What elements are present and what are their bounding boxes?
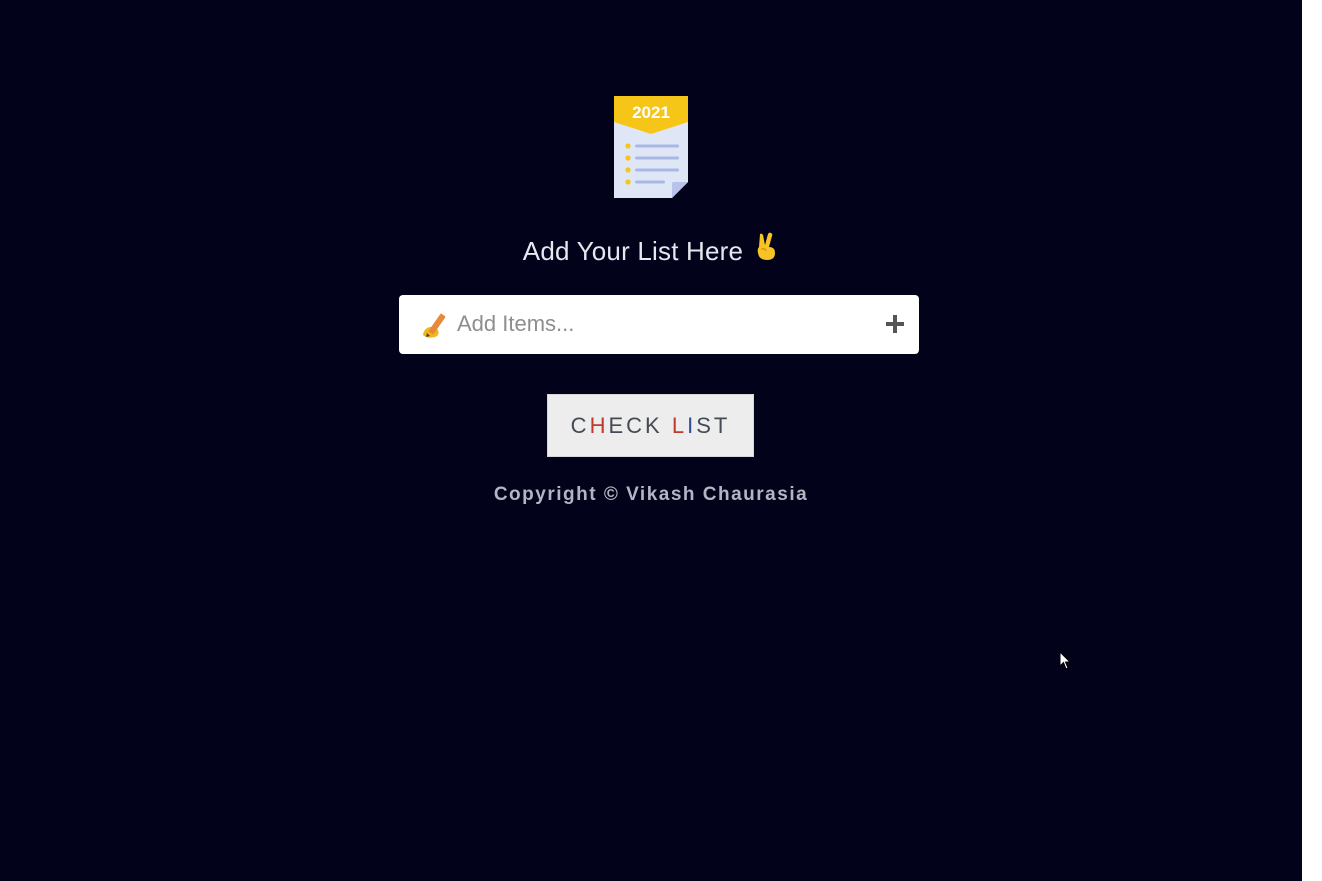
check-label-part6: ST xyxy=(696,413,731,438)
add-item-field[interactable] xyxy=(399,295,919,354)
mouse-pointer-icon xyxy=(1059,650,1073,671)
plus-icon xyxy=(886,315,904,333)
add-item-button[interactable] xyxy=(883,312,907,336)
check-label-part1: C xyxy=(570,413,590,438)
check-label-part3: ECK xyxy=(608,413,672,438)
app-container: 2021 Add Your List Here Add Items... CHE… xyxy=(0,0,1302,881)
checklist-logo-icon: 2021 xyxy=(610,92,692,204)
copyright-text: Copyright © Vikash Chaurasia xyxy=(493,484,809,505)
check-list-button[interactable]: CHECK LIST xyxy=(547,394,754,457)
writing-hand-icon xyxy=(421,311,451,339)
check-label-part4: L xyxy=(671,413,688,438)
heading-text: Add Your List Here xyxy=(522,236,744,266)
check-label-part2: H xyxy=(589,413,609,438)
add-item-input[interactable] xyxy=(457,305,857,343)
check-label-part5: I xyxy=(687,413,697,438)
logo-year-text: 2021 xyxy=(632,103,670,122)
victory-hand-icon xyxy=(753,232,779,269)
page-heading: Add Your List Here xyxy=(0,232,1302,269)
window-edge xyxy=(1302,0,1322,881)
